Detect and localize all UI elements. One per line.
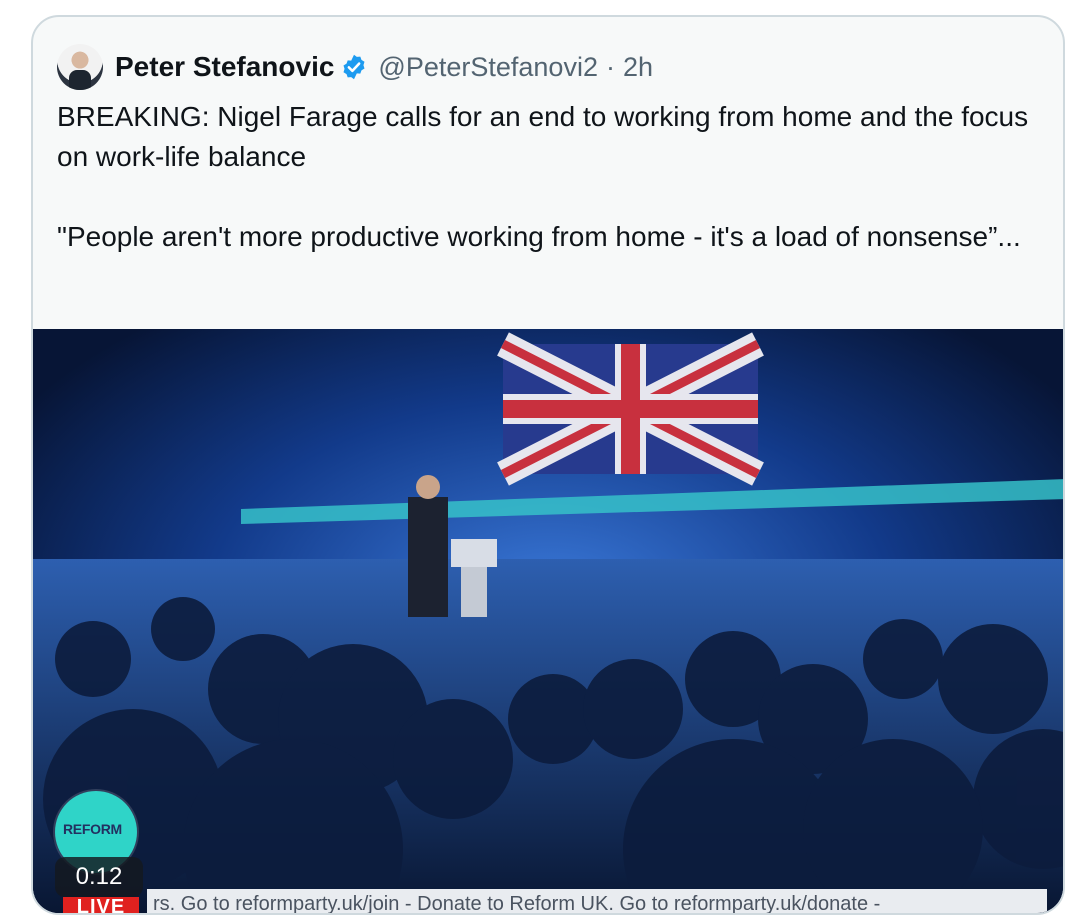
video-thumbnail <box>33 329 1063 913</box>
logo-text: REFORM <box>63 821 122 837</box>
timestamp[interactable]: 2h <box>623 52 653 83</box>
verified-badge-icon <box>343 54 365 80</box>
tweet-text: BREAKING: Nigel Farage calls for an end … <box>57 101 1029 252</box>
news-ticker: rs. Go to reformparty.uk/join - Donate t… <box>147 889 1047 913</box>
reform-logo-text: REFORM <box>63 821 133 837</box>
video-player[interactable]: REFORM 0:12 LIVE rs. Go to reformparty.u… <box>33 329 1063 913</box>
author-handle[interactable]: @PeterStefanovi2 <box>378 52 598 83</box>
author-name[interactable]: Peter Stefanovic <box>115 51 334 83</box>
quoted-tweet-card[interactable]: Peter Stefanovic @PeterStefanovi2 · 2h B… <box>31 15 1065 915</box>
flag <box>497 332 764 486</box>
avatar[interactable] <box>57 44 103 90</box>
tweet-header: Peter Stefanovic @PeterStefanovi2 · 2h <box>57 43 653 91</box>
video-duration: 0:12 <box>55 857 143 897</box>
separator-dot: · <box>605 51 615 82</box>
live-badge: LIVE <box>63 897 139 913</box>
